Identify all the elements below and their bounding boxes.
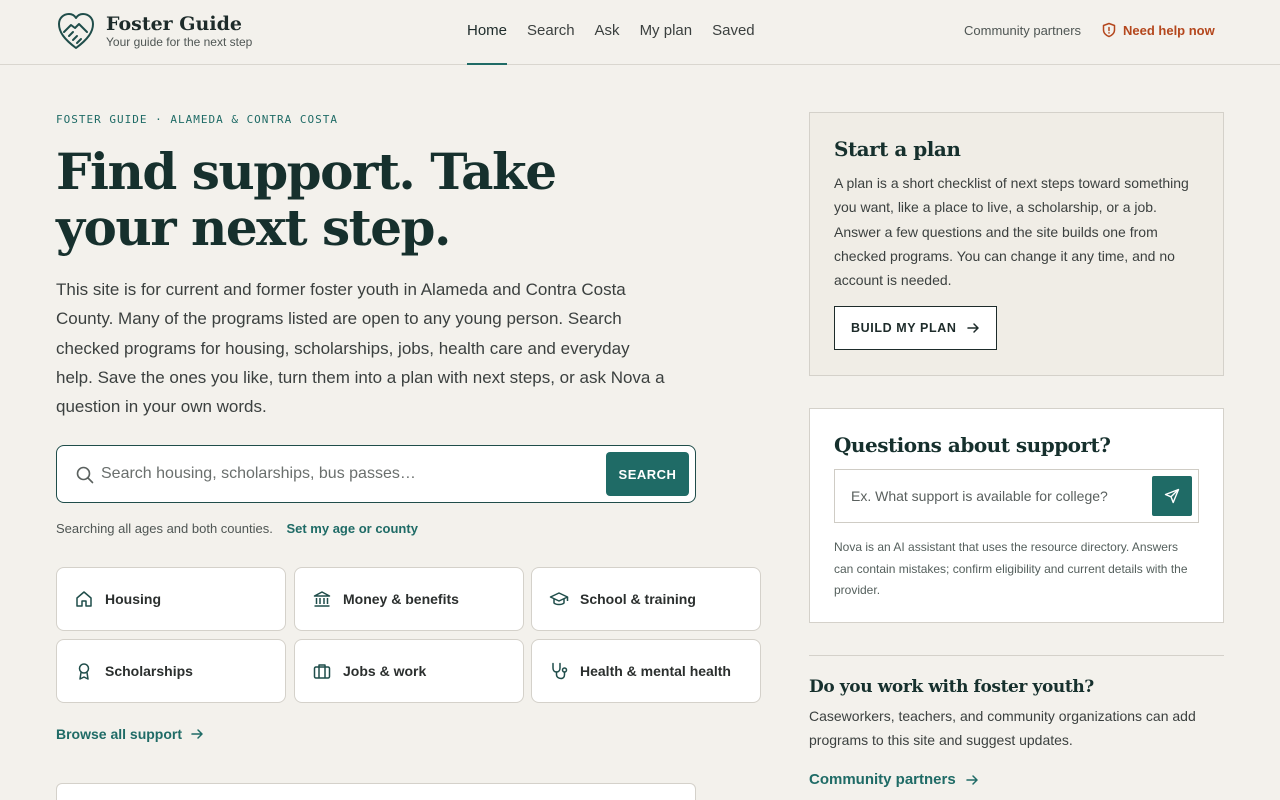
ask-input-row — [834, 469, 1199, 523]
search-scope: Searching all ages and both counties. Se… — [56, 521, 418, 536]
category-label: Health & mental health — [580, 663, 731, 679]
category-school-training[interactable]: School & training — [531, 567, 761, 631]
home-icon — [76, 591, 92, 607]
send-question-button[interactable] — [1152, 476, 1192, 516]
category-money-benefits[interactable]: Money & benefits — [294, 567, 524, 631]
arrow-right-icon — [965, 774, 978, 785]
shield-alert-icon — [1102, 22, 1116, 38]
category-label: School & training — [580, 591, 696, 607]
start-plan-description: A plan is a short checklist of next step… — [834, 175, 1189, 289]
browse-all-support-label: Browse all support — [56, 726, 183, 742]
community-partners-link[interactable]: Community partners — [964, 23, 1081, 38]
category-label: Money & benefits — [343, 591, 459, 607]
send-icon — [1164, 488, 1180, 504]
brand[interactable]: Foster Guide Your guide for the next ste… — [56, 10, 252, 52]
hero-intro: This site is for current and former fost… — [56, 280, 665, 417]
start-plan-card: Start a plan A plan is a short checklist… — [809, 112, 1224, 376]
build-my-plan-button[interactable]: BUILD MY PLAN — [834, 306, 997, 351]
ask-question-input[interactable] — [851, 478, 1141, 514]
need-help-now-link[interactable]: Need help now — [1101, 22, 1215, 38]
search-bar: SEARCH — [56, 445, 696, 503]
search-icon — [76, 466, 94, 484]
arrow-right-icon — [191, 729, 203, 739]
ask-nova-card: Questions about support? Nova is an AI a… — [809, 408, 1224, 623]
arrow-right-icon — [966, 323, 979, 334]
main-nav: Home Search Ask My plan Saved — [467, 0, 775, 65]
ai-disclaimer-note: Nova is an AI assistant that uses the re… — [834, 540, 1188, 597]
search-scope-text: Searching all ages and both counties. — [56, 521, 273, 536]
nav-ask[interactable]: Ask — [595, 0, 620, 64]
set-age-county-link[interactable]: Set my age or county — [286, 521, 417, 536]
category-label: Housing — [105, 591, 161, 607]
partners-section-title: Do you work with foster youth? — [809, 677, 1094, 697]
search-input[interactable] — [101, 454, 601, 494]
partners-section-description: Caseworkers, teachers, and community org… — [809, 708, 1196, 748]
content-card-below-fold — [56, 783, 696, 800]
category-health-mental-health[interactable]: Health & mental health — [531, 639, 761, 703]
graduation-cap-icon — [549, 592, 569, 606]
browse-all-support-link[interactable]: Browse all support — [56, 726, 204, 742]
award-icon — [78, 663, 90, 680]
build-my-plan-label: BUILD MY PLAN — [851, 321, 957, 336]
need-help-now-label: Need help now — [1123, 22, 1215, 38]
category-housing[interactable]: Housing — [56, 567, 286, 631]
hero-title: Find support. Take your next step. — [56, 142, 557, 257]
category-scholarships[interactable]: Scholarships — [56, 639, 286, 703]
category-jobs-work[interactable]: Jobs & work — [294, 639, 524, 703]
start-plan-title: Start a plan — [834, 137, 961, 161]
nav-saved[interactable]: Saved — [712, 0, 755, 64]
nav-my-plan[interactable]: My plan — [640, 0, 693, 64]
search-button[interactable]: SEARCH — [606, 452, 689, 496]
nav-search[interactable]: Search — [527, 0, 575, 64]
brand-name: Foster Guide — [106, 13, 242, 35]
community-partners-cta-label: Community partners — [809, 771, 956, 788]
briefcase-icon — [313, 664, 331, 679]
site-header: Foster Guide Your guide for the next ste… — [0, 0, 1280, 65]
section-divider — [809, 655, 1224, 656]
heart-handshake-logo-icon — [58, 13, 94, 49]
category-label: Jobs & work — [343, 663, 427, 679]
category-label: Scholarships — [105, 663, 193, 679]
nav-home[interactable]: Home — [467, 0, 508, 65]
bank-icon — [313, 591, 331, 607]
hero-eyebrow: FOSTER GUIDE · ALAMEDA & CONTRA COSTA — [56, 113, 339, 126]
stethoscope-icon — [552, 662, 568, 680]
community-partners-cta[interactable]: Community partners — [809, 771, 979, 788]
ask-card-title: Questions about support? — [834, 433, 1111, 457]
brand-tagline: Your guide for the next step — [106, 35, 253, 49]
